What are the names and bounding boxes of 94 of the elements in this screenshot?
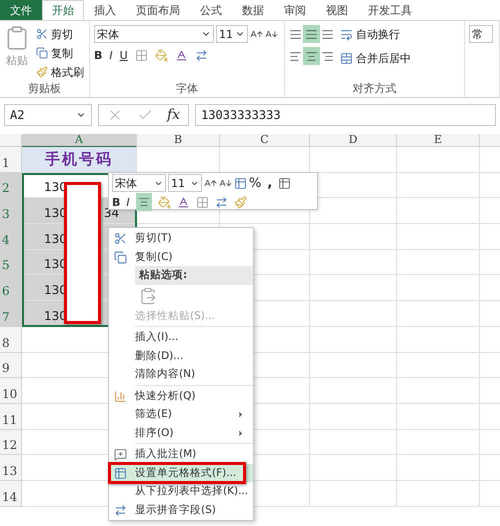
menu-item[interactable]: 显示拼音字段(S) bbox=[109, 500, 253, 519]
format-painter-button[interactable]: 格式刷 bbox=[34, 63, 86, 81]
row-header[interactable]: 14 bbox=[0, 480, 22, 507]
column-header[interactable]: C bbox=[220, 134, 310, 147]
font-size-field[interactable]: 11 bbox=[216, 25, 248, 43]
comma-button[interactable]: , bbox=[263, 176, 276, 190]
menu-item[interactable]: 快速分析(Q) bbox=[109, 386, 253, 405]
align-center-icon bbox=[138, 196, 150, 208]
wrap-text-button[interactable]: 自动换行 bbox=[338, 25, 413, 43]
merge-cells-icon bbox=[340, 52, 353, 64]
row-header[interactable]: 11 bbox=[0, 404, 22, 430]
menu-item[interactable]: 清除内容(N) bbox=[109, 365, 253, 384]
font-color-icon[interactable] bbox=[174, 49, 188, 62]
menu-item[interactable]: 筛选(E) bbox=[109, 405, 253, 424]
wrap-text-icon bbox=[340, 28, 353, 40]
underline-button[interactable]: U bbox=[120, 49, 128, 62]
align-right-icon[interactable] bbox=[321, 50, 334, 62]
table-icon[interactable] bbox=[278, 176, 292, 190]
font-name-field[interactable]: 宋体 bbox=[112, 174, 166, 192]
group-title: 字体 bbox=[175, 81, 199, 97]
menu-item[interactable]: 删除(D)... bbox=[109, 346, 253, 365]
submenu-arrow-icon bbox=[236, 410, 245, 419]
copy-button[interactable]: 复制 bbox=[34, 44, 86, 62]
copy-icon bbox=[114, 250, 127, 264]
menu-item[interactable]: 插入(I)... bbox=[109, 328, 253, 346]
name-box[interactable]: A2 bbox=[4, 104, 92, 126]
menu-item[interactable]: 设置单元格格式(F)... bbox=[109, 464, 253, 482]
menu-item[interactable]: 剪切(T) bbox=[109, 229, 253, 248]
align-center-icon bbox=[305, 50, 318, 62]
chart-icon bbox=[114, 390, 127, 402]
scissors-icon bbox=[36, 28, 48, 40]
italic-button[interactable]: I bbox=[126, 196, 130, 208]
menu-section-title: 粘贴选项: bbox=[135, 266, 253, 284]
table-cell bbox=[480, 352, 500, 378]
font-name-field[interactable]: 宋体 bbox=[94, 25, 214, 43]
menu-item[interactable]: 插入批注(M) bbox=[109, 445, 253, 464]
scissors-icon bbox=[114, 232, 127, 245]
row-header[interactable]: 3 bbox=[0, 198, 22, 224]
number-format-icon[interactable] bbox=[234, 176, 247, 190]
column-header[interactable]: B bbox=[137, 134, 220, 147]
align-left-icon[interactable] bbox=[289, 50, 302, 62]
font-size-field[interactable]: 11 bbox=[168, 174, 202, 192]
comment-icon bbox=[114, 448, 127, 461]
cut-button[interactable]: 剪切 bbox=[34, 25, 86, 43]
bold-button[interactable]: B bbox=[94, 49, 102, 62]
merge-center-button[interactable]: 合并后居中 bbox=[338, 49, 413, 67]
menu-item[interactable]: 从下拉列表中选择(K)... bbox=[109, 482, 253, 500]
menu-item[interactable]: 排序(O) bbox=[109, 424, 253, 442]
row-header[interactable]: 8 bbox=[0, 326, 22, 352]
submenu-arrow-icon bbox=[236, 428, 245, 438]
align-middle-button[interactable] bbox=[303, 25, 320, 43]
table-cell bbox=[480, 172, 500, 198]
phonetic-icon bbox=[114, 504, 127, 516]
row-header[interactable]: 6 bbox=[0, 275, 22, 302]
table-cell bbox=[480, 430, 500, 456]
fill-color-icon[interactable] bbox=[158, 196, 171, 208]
row-header[interactable]: 5 bbox=[0, 250, 22, 276]
row-header[interactable]: 9 bbox=[0, 352, 22, 378]
group-title: 剪贴板 bbox=[27, 81, 62, 97]
borders-icon[interactable] bbox=[134, 49, 148, 62]
fill-color-icon[interactable] bbox=[154, 49, 168, 62]
align-top-icon[interactable] bbox=[289, 28, 302, 40]
row-header[interactable]: 4 bbox=[0, 224, 22, 250]
group-title: 对齐方式 bbox=[352, 81, 398, 97]
row-header[interactable]: 10 bbox=[0, 378, 22, 404]
column-header[interactable]: D bbox=[310, 134, 397, 147]
function-button[interactable]: fx bbox=[167, 107, 180, 123]
font-color-icon[interactable] bbox=[176, 196, 190, 208]
file-tab[interactable]: 文件 bbox=[0, 0, 42, 20]
row-header[interactable]: 12 bbox=[0, 430, 22, 456]
align-bottom-icon[interactable] bbox=[321, 28, 334, 40]
align-center-button[interactable] bbox=[303, 47, 320, 65]
row-header[interactable]: 1 bbox=[0, 147, 22, 173]
bold-button[interactable]: B bbox=[112, 196, 120, 208]
phonetic-icon[interactable] bbox=[194, 49, 208, 62]
formula-field[interactable]: 13033333333 bbox=[195, 104, 496, 126]
ribbon-tab[interactable]: 开始 bbox=[42, 0, 84, 20]
number-format-field[interactable]: 常 bbox=[469, 25, 493, 43]
align-center-button[interactable] bbox=[136, 193, 152, 211]
menu-item[interactable]: 复制(C) bbox=[109, 248, 253, 266]
borders-icon[interactable] bbox=[196, 196, 209, 208]
column-header[interactable]: E bbox=[397, 134, 480, 147]
column-header[interactable]: A bbox=[22, 134, 137, 147]
copy-icon bbox=[36, 47, 48, 59]
row-header[interactable]: 13 bbox=[0, 455, 22, 481]
align-middle-icon bbox=[305, 28, 318, 40]
paintbrush-icon bbox=[36, 66, 48, 78]
italic-button[interactable]: I bbox=[109, 49, 113, 62]
table-icon bbox=[114, 466, 127, 480]
percent-button[interactable]: % bbox=[249, 176, 262, 190]
row-header[interactable]: 2 bbox=[0, 172, 22, 198]
decimal-icon[interactable] bbox=[214, 196, 228, 208]
header-cell: 手机号码 bbox=[22, 147, 137, 173]
row-header[interactable]: 7 bbox=[0, 301, 22, 327]
